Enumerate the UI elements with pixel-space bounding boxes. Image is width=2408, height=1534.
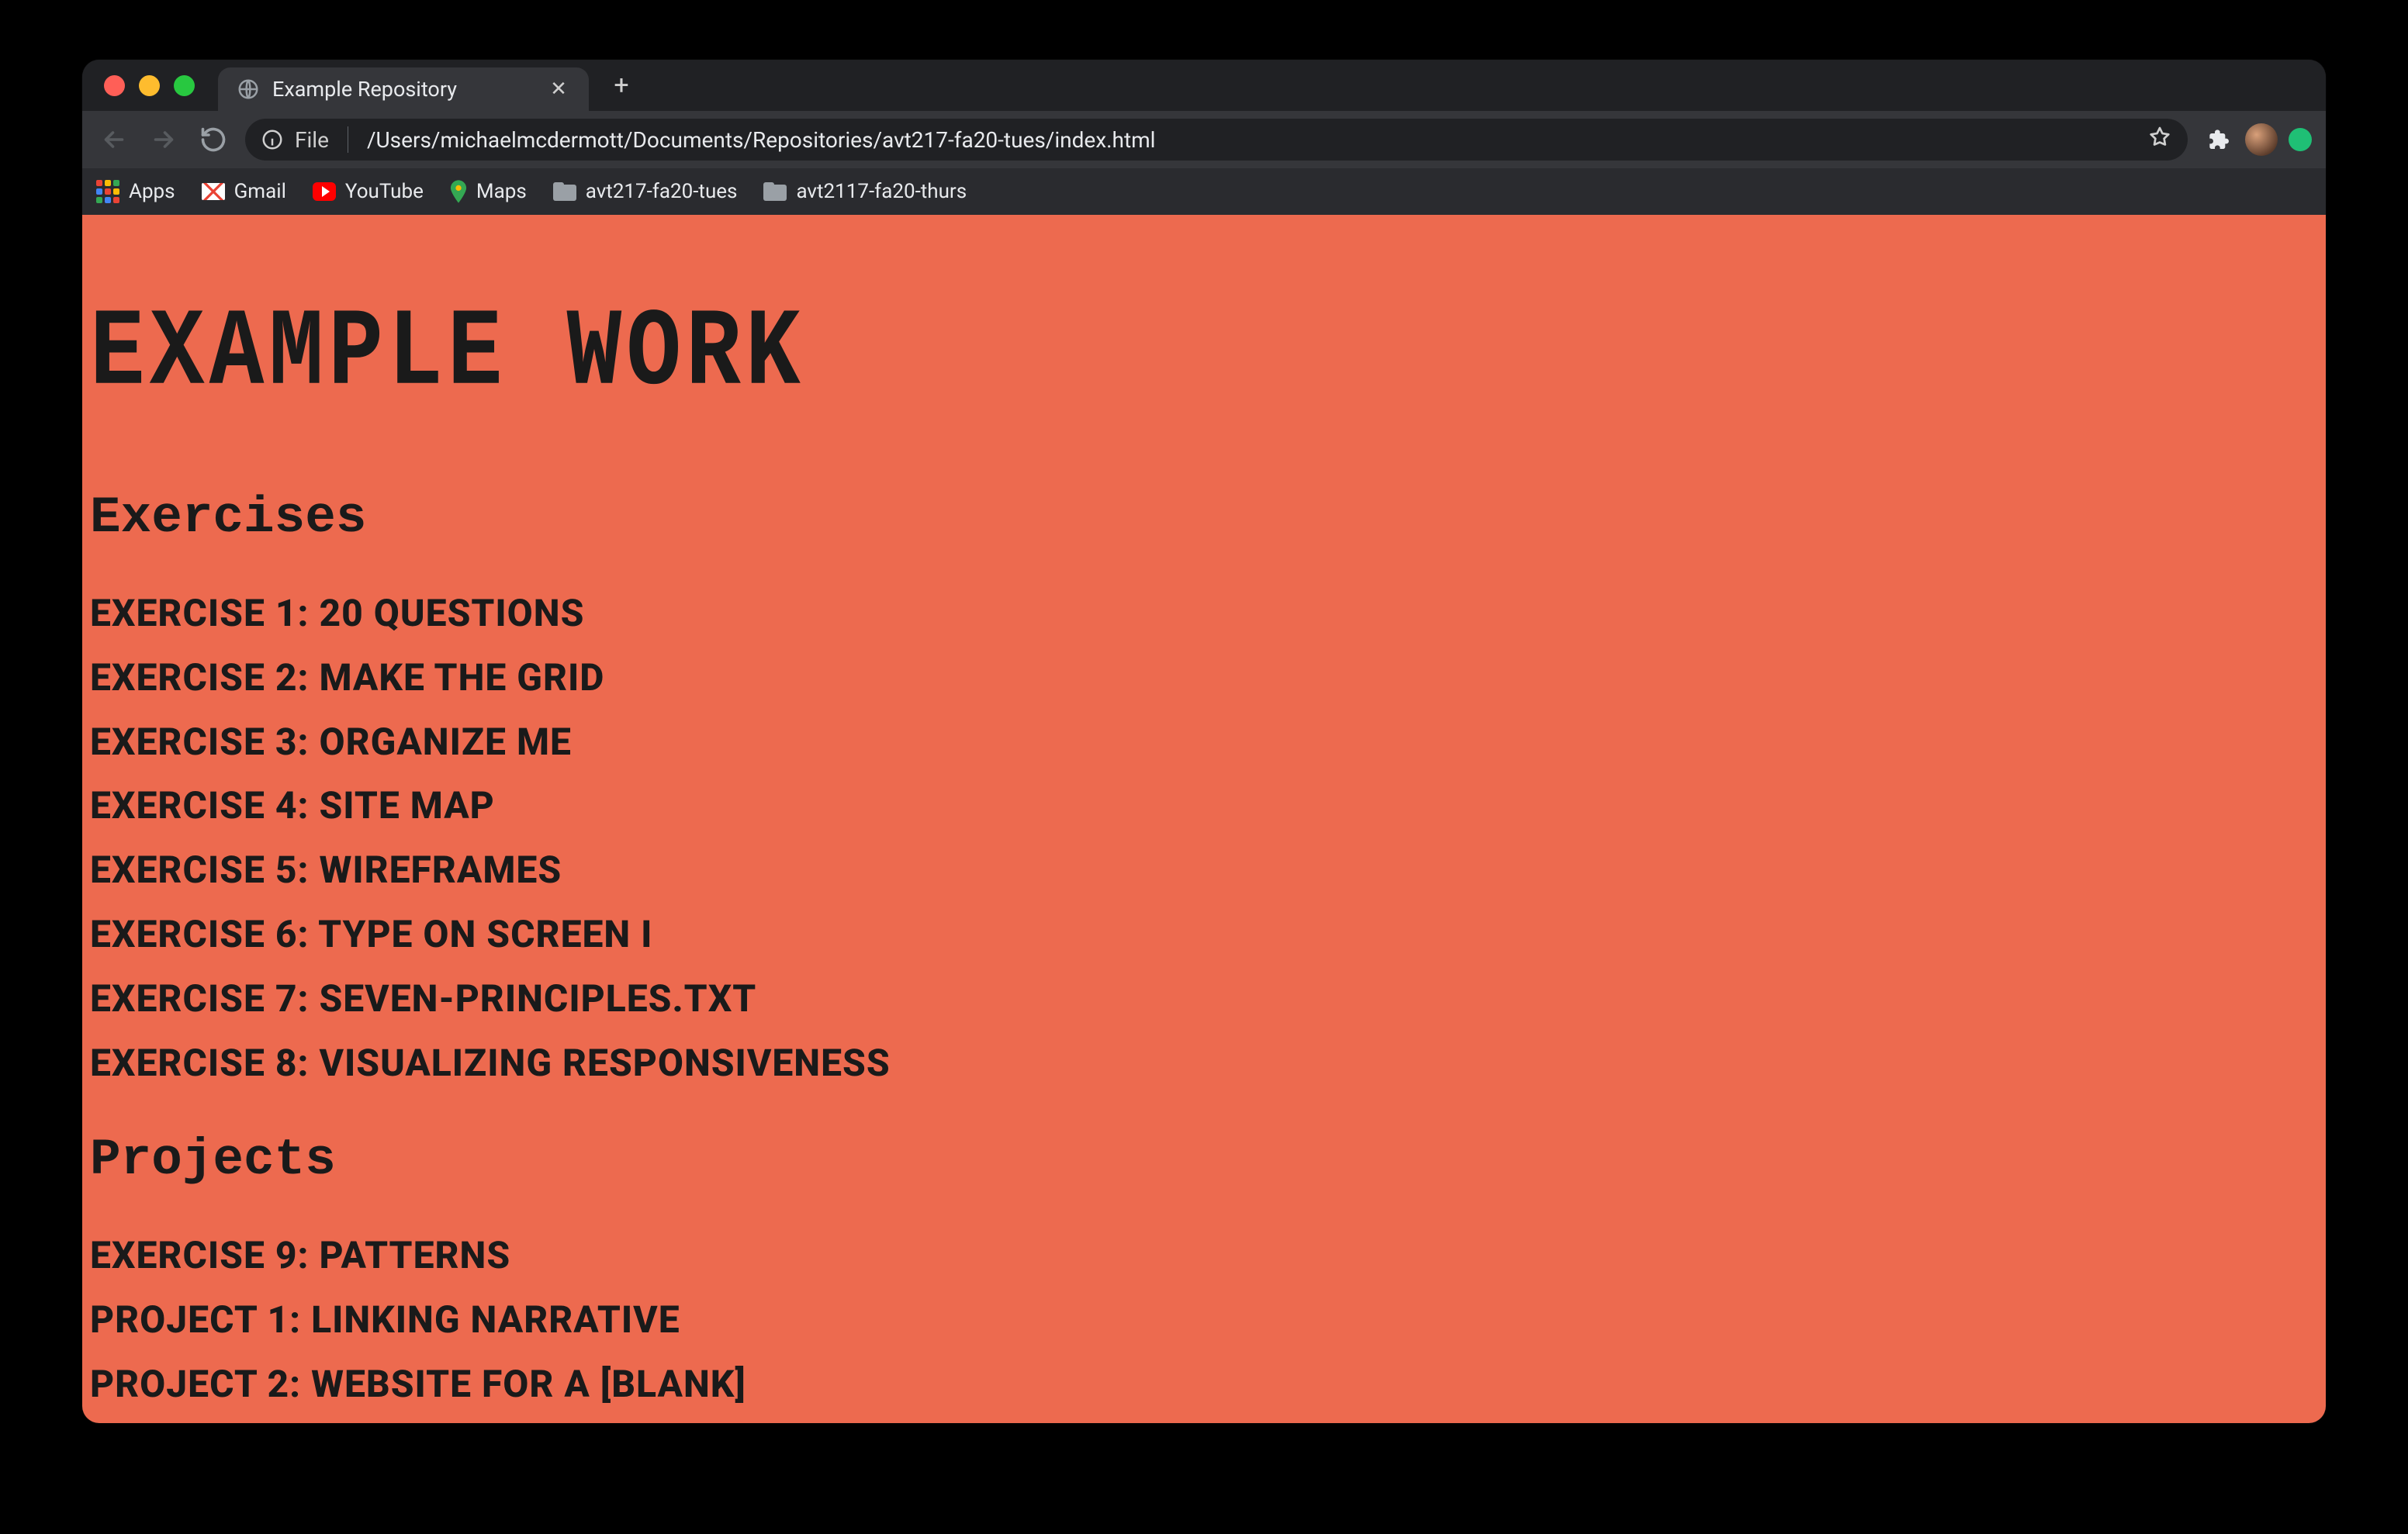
exercises-list: EXERCISE 1: 20 QUESTIONS EXERCISE 2: MAKE… <box>90 589 2318 1088</box>
bookmark-folder-avt2117[interactable]: avt2117-fa20-thurs <box>763 180 967 203</box>
exercise-link[interactable]: EXERCISE 3: ORGANIZE ME <box>90 717 2318 768</box>
page-title: EXAMPLE WORK <box>90 300 2318 410</box>
toolbar-right-icons <box>2202 123 2312 156</box>
bookmark-apps[interactable]: Apps <box>96 180 175 203</box>
extensions-button[interactable] <box>2202 123 2234 156</box>
exercise-link[interactable]: EXERCISE 6: TYPE ON SCREEN I <box>90 910 2318 960</box>
apps-grid-icon <box>96 180 119 203</box>
projects-list: EXERCISE 9: PATTERNS PROJECT 1: LINKING N… <box>90 1231 2318 1409</box>
globe-icon <box>237 78 260 101</box>
site-info-icon[interactable] <box>261 128 284 151</box>
update-indicator-icon[interactable] <box>2289 128 2312 151</box>
bookmark-star-icon[interactable] <box>2147 125 2172 155</box>
tab-title: Example Repository <box>272 77 535 102</box>
bookmark-folder-avt217[interactable]: avt217-fa20-tues <box>553 180 738 203</box>
exercise-link[interactable]: EXERCISE 4: SITE MAP <box>90 781 2318 831</box>
gmail-icon <box>202 180 225 203</box>
bookmark-youtube[interactable]: YouTube <box>313 180 424 203</box>
bookmark-label: avt2117-fa20-thurs <box>796 180 967 203</box>
exercise-link[interactable]: EXERCISE 5: WIREFRAMES <box>90 845 2318 896</box>
url-path: /Users/michaelmcdermott/Documents/Reposi… <box>367 127 2136 153</box>
bookmark-maps[interactable]: Maps <box>450 180 527 203</box>
project-link[interactable]: EXERCISE 9: PATTERNS <box>90 1231 2318 1281</box>
window-close-button[interactable] <box>104 75 125 96</box>
bookmark-gmail[interactable]: Gmail <box>202 180 286 203</box>
folder-icon <box>763 180 787 203</box>
bookmark-label: Apps <box>129 180 175 203</box>
window-controls <box>93 75 202 96</box>
bookmark-label: avt217-fa20-tues <box>586 180 738 203</box>
browser-window: Example Repository ✕ + File /User <box>82 60 2326 1423</box>
page-viewport: EXAMPLE WORK Exercises EXERCISE 1: 20 QU… <box>82 215 2326 1423</box>
new-tab-button[interactable]: + <box>604 68 638 102</box>
profile-avatar[interactable] <box>2245 123 2278 156</box>
address-bar[interactable]: File /Users/michaelmcdermott/Documents/R… <box>245 119 2188 161</box>
section-heading-projects: Projects <box>90 1135 2318 1186</box>
exercise-link[interactable]: EXERCISE 7: SEVEN-PRINCIPLES.TXT <box>90 974 2318 1024</box>
section-heading-exercises: Exercises <box>90 492 2318 544</box>
window-minimize-button[interactable] <box>139 75 160 96</box>
exercise-link[interactable]: EXERCISE 2: MAKE THE GRID <box>90 653 2318 703</box>
project-link[interactable]: PROJECT 1: LINKING NARRATIVE <box>90 1295 2318 1346</box>
bookmark-label: Maps <box>476 180 527 203</box>
reload-button[interactable] <box>195 122 231 157</box>
exercise-link[interactable]: EXERCISE 1: 20 QUESTIONS <box>90 589 2318 639</box>
page-content: EXAMPLE WORK Exercises EXERCISE 1: 20 QU… <box>82 215 2326 1410</box>
tab-close-button[interactable]: ✕ <box>547 78 570 101</box>
back-button[interactable] <box>96 122 132 157</box>
tab-active[interactable]: Example Repository ✕ <box>218 67 589 111</box>
maps-pin-icon <box>450 180 467 203</box>
youtube-icon <box>313 180 336 203</box>
folder-icon <box>553 180 576 203</box>
forward-button[interactable] <box>146 122 182 157</box>
exercise-link[interactable]: EXERCISE 8: VISUALIZING RESPONSIVENESS <box>90 1038 2318 1089</box>
window-zoom-button[interactable] <box>174 75 195 96</box>
tab-strip: Example Repository ✕ + <box>82 60 2326 111</box>
bookmark-label: Gmail <box>234 180 286 203</box>
project-link[interactable]: PROJECT 2: WEBSITE FOR A [BLANK] <box>90 1360 2318 1410</box>
bookmarks-bar: Apps Gmail YouTube Maps avt217-fa20-tues <box>82 168 2326 215</box>
url-scheme-label: File <box>295 127 329 153</box>
bookmark-label: YouTube <box>345 180 424 203</box>
toolbar: File /Users/michaelmcdermott/Documents/R… <box>82 111 2326 168</box>
